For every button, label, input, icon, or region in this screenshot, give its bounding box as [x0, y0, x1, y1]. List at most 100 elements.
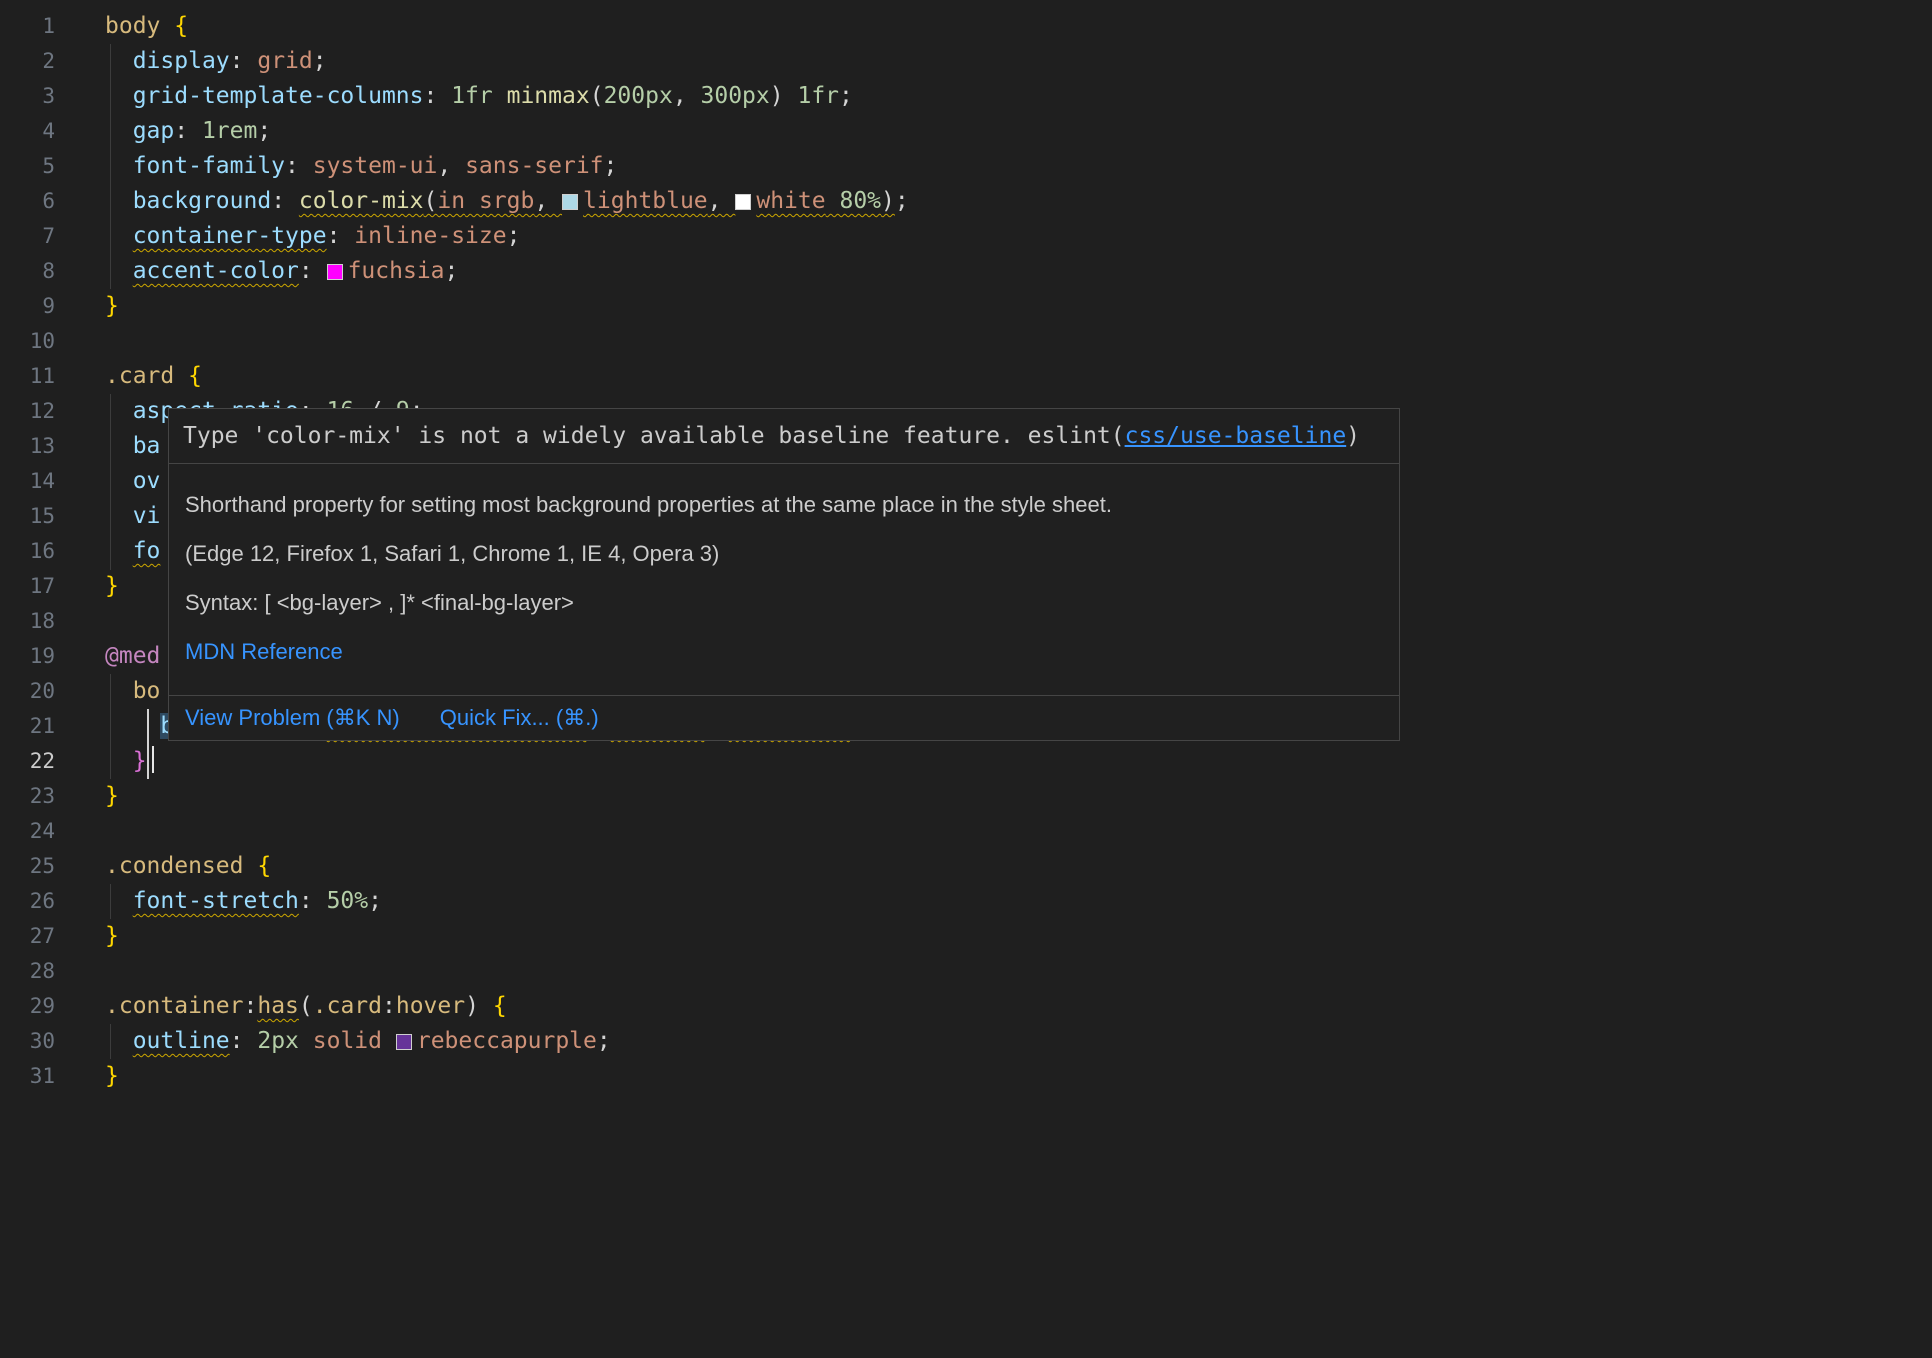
code-line[interactable]: 28	[0, 954, 1932, 989]
code-token: {	[257, 853, 271, 879]
code-token: outline	[133, 1028, 230, 1054]
code-line[interactable]: 8 accent-color: fuchsia;	[0, 254, 1932, 289]
line-number: 7	[0, 219, 55, 254]
code-line[interactable]: 26 font-stretch: 50%;	[0, 884, 1932, 919]
code-token: 2px	[257, 1028, 299, 1054]
code-line[interactable]: 10	[0, 324, 1932, 359]
indent-guide	[110, 44, 111, 289]
code-token: ov	[133, 468, 161, 494]
code-token: :	[424, 83, 452, 109]
line-number: 13	[0, 429, 55, 464]
code-token	[160, 13, 174, 39]
line-number: 19	[0, 639, 55, 674]
code-token: solid	[313, 1028, 382, 1054]
line-number: 23	[0, 779, 55, 814]
code-line-text: container-type: inline-size;	[105, 219, 520, 254]
doc-browser-support: (Edge 12, Firefox 1, Safari 1, Chrome 1,…	[185, 540, 1383, 568]
line-number: 15	[0, 499, 55, 534]
view-problem-link[interactable]: View Problem (⌘K N)	[185, 705, 400, 731]
code-token: fuchsia	[348, 258, 445, 284]
line-number: 24	[0, 814, 55, 849]
line-number: 12	[0, 394, 55, 429]
code-line[interactable]: 5 font-family: system-ui, sans-serif;	[0, 149, 1932, 184]
code-line[interactable]: 22 }	[0, 744, 1932, 779]
code-line[interactable]: 31}	[0, 1059, 1932, 1094]
code-token: vi	[133, 503, 161, 529]
code-token	[382, 1028, 396, 1054]
code-line[interactable]: 24	[0, 814, 1932, 849]
code-token: srgb	[479, 188, 534, 214]
code-token: has	[257, 993, 299, 1019]
code-token: fo	[133, 538, 161, 564]
eslint-rule-link[interactable]: css/use-baseline	[1125, 423, 1347, 449]
code-line[interactable]: 25 .condensed {	[0, 849, 1932, 884]
code-line-text: ba	[105, 429, 160, 464]
color-swatch[interactable]	[396, 1034, 412, 1050]
code-line[interactable]: 27}	[0, 919, 1932, 954]
hover-tooltip: Type 'color-mix' is not a widely availab…	[168, 408, 1400, 741]
code-token: .condensed	[105, 853, 243, 879]
code-line[interactable]: 3 grid-template-columns: 1fr minmax(200p…	[0, 79, 1932, 114]
code-line[interactable]: 1body {	[0, 9, 1932, 44]
indent-guide	[110, 674, 111, 779]
code-line-text: }	[105, 919, 119, 954]
line-number: 29	[0, 989, 55, 1024]
code-token: ;	[604, 153, 618, 179]
code-token: :	[382, 993, 396, 1019]
code-token: 300px	[701, 83, 770, 109]
color-swatch[interactable]	[327, 264, 343, 280]
doc-description: Shorthand property for setting most back…	[185, 491, 1383, 519]
code-line[interactable]: 11.card {	[0, 359, 1932, 394]
code-token: :	[174, 118, 202, 144]
code-token: ;	[895, 188, 909, 214]
code-token: :	[299, 258, 327, 284]
line-number: 22	[0, 744, 55, 779]
indent-guide	[110, 394, 111, 570]
code-line[interactable]: 6 background: color-mix(in srgb, lightbl…	[0, 184, 1932, 219]
code-token: {	[174, 13, 188, 39]
code-line[interactable]: 30 outline: 2px solid rebeccapurple;	[0, 1024, 1932, 1059]
code-line[interactable]: 9}	[0, 289, 1932, 324]
line-number: 25	[0, 849, 55, 884]
code-token: :	[230, 48, 258, 74]
code-token: .card	[313, 993, 382, 1019]
code-line-text: @med	[105, 639, 160, 674]
color-swatch[interactable]	[562, 194, 578, 210]
code-line-text: .condensed {	[105, 849, 271, 884]
line-number: 8	[0, 254, 55, 289]
code-token: .container	[105, 993, 243, 1019]
code-line[interactable]: 7 container-type: inline-size;	[0, 219, 1932, 254]
code-token: ;	[839, 83, 853, 109]
code-token	[243, 853, 257, 879]
mdn-reference-link[interactable]: MDN Reference	[185, 639, 343, 664]
code-token: ;	[445, 258, 459, 284]
code-line[interactable]: 2 display: grid;	[0, 44, 1932, 79]
line-number: 4	[0, 114, 55, 149]
code-token: (	[299, 993, 313, 1019]
text-cursor	[152, 746, 155, 773]
code-token: :	[243, 993, 257, 1019]
color-swatch[interactable]	[735, 194, 751, 210]
code-token: :	[230, 1028, 258, 1054]
indent-guide	[110, 884, 111, 919]
code-token: container-type	[133, 223, 327, 249]
code-token	[826, 188, 840, 214]
code-line-text: outline: 2px solid rebeccapurple;	[105, 1024, 611, 1059]
line-number: 21	[0, 709, 55, 744]
code-token: ba	[133, 433, 161, 459]
code-token: :	[299, 888, 327, 914]
code-line-text: background: color-mix(in srgb, lightblue…	[105, 184, 909, 219]
code-line[interactable]: 29.container:has(.card:hover) {	[0, 989, 1932, 1024]
code-line-text: fo	[105, 534, 160, 569]
code-token: (	[424, 188, 438, 214]
code-token: ,	[708, 188, 736, 214]
code-token: ;	[597, 1028, 611, 1054]
code-line[interactable]: 4 gap: 1rem;	[0, 114, 1932, 149]
code-token: 1fr	[797, 83, 839, 109]
line-number: 28	[0, 954, 55, 989]
code-token	[784, 83, 798, 109]
line-number: 9	[0, 289, 55, 324]
code-line[interactable]: 23}	[0, 779, 1932, 814]
line-number: 27	[0, 919, 55, 954]
quick-fix-link[interactable]: Quick Fix... (⌘.)	[440, 705, 599, 731]
